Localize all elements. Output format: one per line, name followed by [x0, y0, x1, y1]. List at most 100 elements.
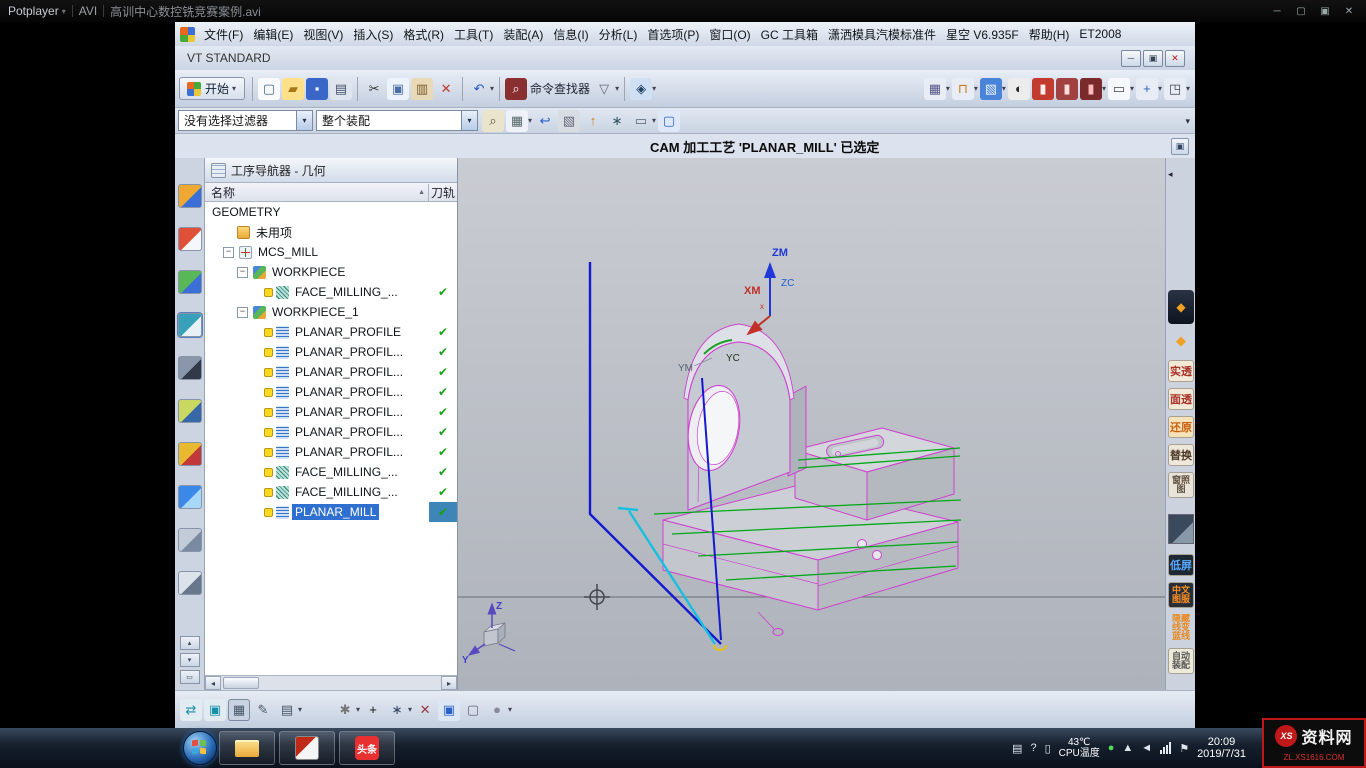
- touch-mode-icon[interactable]: ◈: [630, 78, 652, 100]
- chevron-down-icon[interactable]: ▾: [490, 84, 494, 93]
- assembly-cube-icon[interactable]: ▣: [438, 699, 460, 721]
- auto-assembly-button[interactable]: 自动装配: [1168, 648, 1194, 674]
- close-icon[interactable]: ✕: [1338, 3, 1360, 19]
- chevron-down-icon[interactable]: ▾: [974, 84, 978, 93]
- restore-button[interactable]: 还原: [1168, 416, 1194, 438]
- menu-item-5[interactable]: 格式(R): [398, 26, 449, 43]
- tree-row-GEOMETRY[interactable]: GEOMETRY: [205, 202, 457, 222]
- navigator-hscrollbar[interactable]: ◂ ▸: [205, 675, 457, 690]
- nx-minimize-icon[interactable]: ─: [1121, 50, 1141, 67]
- expand-toggle-icon[interactable]: −: [237, 307, 248, 318]
- panel-scroll-left-button[interactable]: ◂: [1168, 166, 1194, 182]
- tree-row-FACE_MILLING_-[interactable]: FACE_MILLING_...✔: [205, 482, 457, 502]
- face-translucent-button[interactable]: 面透: [1168, 388, 1194, 410]
- chevron-down-icon[interactable]: ▾: [946, 84, 950, 93]
- solid-translucent-button[interactable]: 实透: [1168, 360, 1194, 382]
- expand-toggle-icon[interactable]: −: [223, 247, 234, 258]
- chevron-down-icon[interactable]: ▾: [1186, 84, 1190, 93]
- paste-icon[interactable]: ▥: [411, 78, 433, 100]
- new-file-icon[interactable]: ▢: [258, 78, 280, 100]
- machine-tool-view-icon[interactable]: [178, 356, 202, 380]
- copy-icon[interactable]: ▣: [387, 78, 409, 100]
- menu-item-13[interactable]: 潇洒模具汽模标准件: [823, 26, 941, 43]
- history-palette-icon[interactable]: [178, 528, 202, 552]
- tree-row-PLANAR_PROFILE[interactable]: PLANAR_PROFILE✔: [205, 322, 457, 342]
- blue-cube-icon[interactable]: ▢: [658, 110, 680, 132]
- grid-edit-icon[interactable]: ▦: [506, 110, 528, 132]
- toutiao-button[interactable]: 头条: [339, 731, 395, 765]
- scroll-right-icon[interactable]: ▸: [441, 676, 457, 690]
- menu-item-15[interactable]: 帮助(H): [1024, 26, 1075, 43]
- undo-icon[interactable]: ↶: [468, 78, 490, 100]
- command-finder-icon[interactable]: ⌕: [505, 78, 527, 100]
- menu-item-8[interactable]: 信息(I): [548, 26, 593, 43]
- hidden-line-button[interactable]: 隐藏线变蓝线: [1168, 614, 1194, 640]
- explorer-button[interactable]: [219, 731, 275, 765]
- revert-icon[interactable]: ↩: [534, 110, 556, 132]
- gray-cube-icon[interactable]: ▧: [558, 110, 580, 132]
- selection-filter-select[interactable]: 没有选择过滤器 ▾: [178, 110, 313, 131]
- cut-icon[interactable]: ✂: [363, 78, 385, 100]
- nx-restore-icon[interactable]: ▣: [1143, 50, 1163, 67]
- sphere-display-icon[interactable]: ●: [486, 699, 508, 721]
- annotate-window-icon[interactable]: ✎: [252, 699, 274, 721]
- tool-palette-icon[interactable]: ✱: [334, 699, 356, 721]
- menu-item-4[interactable]: 插入(S): [348, 26, 398, 43]
- snap-grid-icon[interactable]: ▦: [924, 78, 946, 100]
- column-toolpath-header[interactable]: 刀轨: [428, 184, 457, 201]
- menu-item-9[interactable]: 分析(L): [594, 26, 643, 43]
- operation-navigator-icon[interactable]: [178, 313, 202, 337]
- safety-status-icon[interactable]: ●: [1108, 742, 1115, 754]
- maximize-icon[interactable]: ▢: [1290, 3, 1312, 19]
- menu-item-7[interactable]: 装配(A): [498, 26, 548, 43]
- view-thumbnail-button[interactable]: [1168, 514, 1194, 544]
- display-mode-icon[interactable]: ▭: [1108, 78, 1130, 100]
- nx-app-button[interactable]: [279, 731, 335, 765]
- dashed-rect-icon[interactable]: ▭: [630, 110, 652, 132]
- scroll-down-icon[interactable]: ▾: [180, 653, 200, 667]
- red-cube-icon[interactable]: ▮: [1032, 78, 1054, 100]
- stop-icon[interactable]: ✕: [414, 699, 436, 721]
- maroon-cube-icon[interactable]: ▮: [1056, 78, 1078, 100]
- start-menu-button[interactable]: 开始▾: [179, 77, 245, 100]
- replace-button[interactable]: 替换: [1168, 444, 1194, 466]
- navigator-title-bar[interactable]: 工序导航器 - 几何: [205, 158, 457, 183]
- expand-toggle-icon[interactable]: −: [237, 267, 248, 278]
- network-icon[interactable]: [1160, 742, 1171, 754]
- save-icon[interactable]: ▪: [306, 78, 328, 100]
- menu-item-1[interactable]: 文件(F): [199, 26, 248, 43]
- tree-row-PLANAR_PROFIL-[interactable]: PLANAR_PROFIL...✔: [205, 442, 457, 462]
- chevron-down-icon[interactable]: ▾: [1002, 84, 1006, 93]
- tree-row-FACE_MILLING_-[interactable]: FACE_MILLING_...✔: [205, 282, 457, 302]
- move-component-icon[interactable]: +: [1136, 78, 1158, 100]
- snap-point-icon[interactable]: ∗: [606, 110, 628, 132]
- tree-row--[interactable]: 未用项: [205, 222, 457, 242]
- menu-item-10[interactable]: 首选项(P): [642, 26, 704, 43]
- chevron-down-icon[interactable]: ▾: [508, 705, 512, 714]
- menu-item-3[interactable]: 视图(V): [298, 26, 348, 43]
- assembly-clamp-icon[interactable]: ⊓: [952, 78, 974, 100]
- menu-item-11[interactable]: 窗口(O): [704, 26, 755, 43]
- tree-row-WORKPIECE_1[interactable]: −WORKPIECE_1: [205, 302, 457, 322]
- system-clock-icon[interactable]: [178, 571, 202, 595]
- chevron-down-icon[interactable]: ▾: [1102, 84, 1106, 93]
- finder-filter-icon[interactable]: ▽: [593, 78, 615, 100]
- assembly-navigator-icon[interactable]: [178, 184, 202, 208]
- minimize-icon[interactable]: ─: [1266, 3, 1288, 19]
- player-app-menu[interactable]: Potplayer ▾: [8, 4, 66, 18]
- column-name-header[interactable]: 名称: [205, 184, 418, 201]
- constraint-navigator-icon[interactable]: [178, 227, 202, 251]
- tree-row-MCS_MILL[interactable]: −MCS_MILL: [205, 242, 457, 262]
- binoculars-icon[interactable]: ⌕: [482, 110, 504, 132]
- chevron-down-icon[interactable]: ▾: [1158, 84, 1162, 93]
- show-hidden-icons[interactable]: ▲: [1122, 742, 1133, 754]
- fullscreen-icon[interactable]: ▣: [1314, 3, 1336, 19]
- nx-close-icon[interactable]: ✕: [1165, 50, 1185, 67]
- part-cube-icon[interactable]: ▢: [462, 699, 484, 721]
- volume-icon[interactable]: ◄: [1141, 742, 1152, 754]
- chevron-down-icon[interactable]: ▾: [528, 116, 532, 125]
- web-browser-icon[interactable]: [178, 485, 202, 509]
- chinese-layer-button[interactable]: 中文图服: [1168, 582, 1194, 608]
- shaded-cube-icon[interactable]: ▧: [980, 78, 1002, 100]
- tree-row-WORKPIECE[interactable]: −WORKPIECE: [205, 262, 457, 282]
